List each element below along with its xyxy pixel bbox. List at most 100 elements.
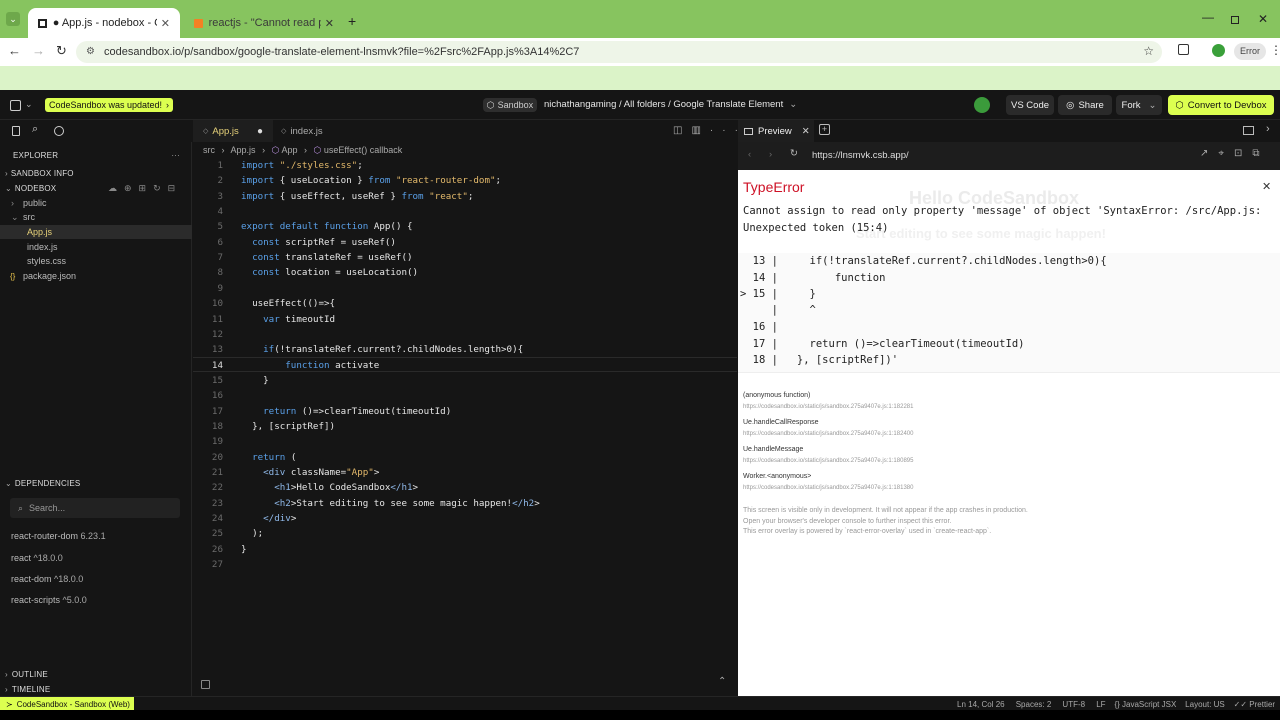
braces-icon: {}: [1114, 700, 1120, 709]
tree-item-app-js[interactable]: App.js: [0, 225, 192, 239]
breadcrumb-item[interactable]: useEffect() callback: [324, 145, 402, 155]
files-icon[interactable]: [12, 126, 20, 136]
dependency-item[interactable]: react ^18.0.0: [0, 551, 192, 565]
error-snippet: 13 | if(!translateRef.current?.childNode…: [738, 253, 1280, 373]
convert-devbox-button[interactable]: ⬡ Convert to Devbox: [1168, 95, 1274, 115]
tree-item-index-js[interactable]: index.js: [0, 240, 192, 254]
chevron-down-icon[interactable]: ⌄: [25, 99, 33, 110]
language-mode[interactable]: JavaScript JSX: [1122, 700, 1176, 709]
more-options-icon[interactable]: ···: [171, 151, 180, 160]
share-label: Share: [1078, 99, 1104, 111]
bookmark-star-icon[interactable]: ☆: [1143, 44, 1154, 58]
dependency-item[interactable]: react-scripts ^5.0.0: [0, 593, 192, 607]
error-message: Cannot assign to read only property 'mes…: [743, 205, 1262, 217]
update-badge[interactable]: CodeSandbox was updated! ›: [45, 98, 173, 112]
code-text: const scriptRef = useRef(): [252, 236, 396, 248]
preview-tab[interactable]: Preview ✕: [738, 120, 814, 142]
share-button[interactable]: ◎ Share: [1058, 95, 1112, 115]
dependency-item[interactable]: react-dom ^18.0.0: [0, 572, 192, 586]
dependencies-section[interactable]: ⌄ DEPENDENCIES: [0, 476, 192, 490]
tree-item-styles-css[interactable]: styles.css: [0, 254, 192, 268]
reload-icon[interactable]: ↻: [790, 148, 798, 159]
prettier-status[interactable]: Prettier: [1249, 700, 1275, 709]
back-arrow-icon[interactable]: ←: [8, 43, 21, 58]
tab-close-icon[interactable]: ✕: [325, 17, 334, 30]
forward-arrow-icon[interactable]: ›: [769, 149, 772, 160]
menu-kebab-icon[interactable]: ⋮: [1270, 43, 1280, 57]
cursor-position[interactable]: Ln 14, Col 26: [957, 700, 1005, 709]
close-window-icon[interactable]: ✕: [1258, 12, 1268, 26]
minimize-window-icon[interactable]: —: [1202, 10, 1214, 24]
new-window-icon[interactable]: ⧉: [1252, 148, 1269, 159]
line-number: 26: [211, 543, 223, 555]
tab-search-icon[interactable]: ⌄: [6, 12, 20, 26]
tree-item-public[interactable]: › public: [0, 196, 192, 210]
line-ending[interactable]: LF: [1096, 700, 1105, 709]
dependency-search-field[interactable]: ⌕ Search...: [10, 498, 180, 518]
outline-section[interactable]: › OUTLINE: [0, 667, 192, 681]
back-arrow-icon[interactable]: ‹: [748, 149, 751, 160]
preview-url-field[interactable]: https://lnsmvk.csb.app/: [812, 150, 909, 161]
tree-item-package-json[interactable]: {} package.json: [0, 269, 192, 283]
error-button[interactable]: Error: [1234, 43, 1266, 60]
keyboard-layout[interactable]: Layout: US: [1185, 700, 1225, 709]
user-avatar[interactable]: [974, 97, 990, 113]
nodebox-section[interactable]: ⌄ NODEBOX ☁⊕⊞↻⊟: [0, 181, 192, 195]
new-tab-plus-icon[interactable]: +: [348, 14, 356, 28]
stack-frame-url[interactable]: https://codesandbox.io/static/js/sandbox…: [743, 404, 913, 410]
chevron-right-icon[interactable]: ›: [1266, 123, 1270, 135]
code-line: 12: [193, 327, 737, 342]
devtools-icon[interactable]: ⌖: [1218, 148, 1234, 159]
code-line: 22 <h1>Hello CodeSandbox</h1>: [193, 480, 737, 495]
sandbox-info-section[interactable]: › SANDBOX INFO: [0, 166, 192, 180]
line-number: 24: [211, 513, 223, 525]
close-icon[interactable]: ✕: [802, 126, 810, 137]
terminal-toggle-icon[interactable]: [201, 680, 210, 689]
search-icon[interactable]: ⌕: [32, 123, 38, 136]
extensions-icon[interactable]: [1178, 44, 1189, 55]
remote-indicator[interactable]: ≻ CodeSandbox - Sandbox (Web): [0, 697, 134, 711]
breadcrumb-item[interactable]: App.js: [231, 145, 256, 155]
function-icon: ⬡: [313, 145, 322, 155]
fork-button[interactable]: Fork ⌄: [1116, 95, 1162, 115]
reload-icon[interactable]: ↻: [56, 43, 67, 59]
tab-close-icon[interactable]: ✕: [161, 17, 170, 30]
stack-frame-url[interactable]: https://codesandbox.io/static/js/sandbox…: [743, 431, 913, 437]
panel-layout-icon[interactable]: [1243, 126, 1254, 135]
tree-item-src[interactable]: ⌄ src: [0, 210, 192, 224]
encoding[interactable]: UTF-8: [1062, 700, 1085, 709]
layout-toggle-icon[interactable]: [10, 100, 21, 111]
split-editor-icon[interactable]: ◫: [673, 125, 691, 136]
restore-window-icon[interactable]: [1231, 16, 1239, 24]
unsaved-dot-icon[interactable]: ●: [257, 126, 263, 137]
site-info-icon[interactable]: ⚙: [86, 46, 95, 57]
breadcrumb-item[interactable]: src: [203, 145, 215, 155]
error-message-cont: Unexpected token (15:4): [743, 222, 889, 234]
open-external-icon[interactable]: ↗: [1200, 148, 1218, 159]
indentation[interactable]: Spaces: 2: [1016, 700, 1052, 709]
browser-tab-stackoverflow[interactable]: reactjs - "Cannot read propert ✕: [184, 8, 344, 38]
forward-arrow-icon[interactable]: →: [32, 43, 45, 58]
editor-tab-index-js[interactable]: ◇ index.js: [275, 120, 355, 142]
project-breadcrumb[interactable]: nichathangaming / All folders / Google T…: [544, 99, 797, 110]
breadcrumb-item[interactable]: App: [281, 145, 297, 155]
chevron-up-icon[interactable]: ⌃: [718, 676, 726, 687]
stack-frame-url[interactable]: https://codesandbox.io/static/js/sandbox…: [743, 458, 913, 464]
dependency-item[interactable]: react-router-dom 6.23.1: [0, 529, 192, 543]
browser-tab-app[interactable]: ● App.js - nodebox - CodeSand ✕: [28, 8, 180, 38]
github-icon[interactable]: [54, 126, 64, 136]
vscode-button[interactable]: VS Code: [1006, 95, 1054, 115]
timeline-section[interactable]: › TIMELINE: [0, 682, 192, 696]
close-overlay-icon[interactable]: ✕: [1262, 180, 1271, 193]
layout-icon[interactable]: ▥: [691, 125, 709, 136]
editor-breadcrumb: src › App.js › ⬡ App › ⬡ useEffect() cal…: [203, 145, 402, 156]
explorer-heading: EXPLORER ···: [0, 148, 192, 162]
profile-avatar[interactable]: [1212, 44, 1225, 57]
url-field[interactable]: ⚙ codesandbox.io/p/sandbox/google-transl…: [76, 41, 1162, 63]
screenshot-icon[interactable]: ⊡: [1234, 148, 1252, 159]
chevron-right-icon: ›: [5, 168, 8, 178]
stack-frame-url[interactable]: https://codesandbox.io/static/js/sandbox…: [743, 485, 913, 491]
editor-tab-app-js[interactable]: ◇ App.js ●: [193, 120, 273, 142]
add-tab-icon[interactable]: +: [819, 124, 830, 135]
stack-frame-fn: (anonymous function): [743, 392, 811, 399]
